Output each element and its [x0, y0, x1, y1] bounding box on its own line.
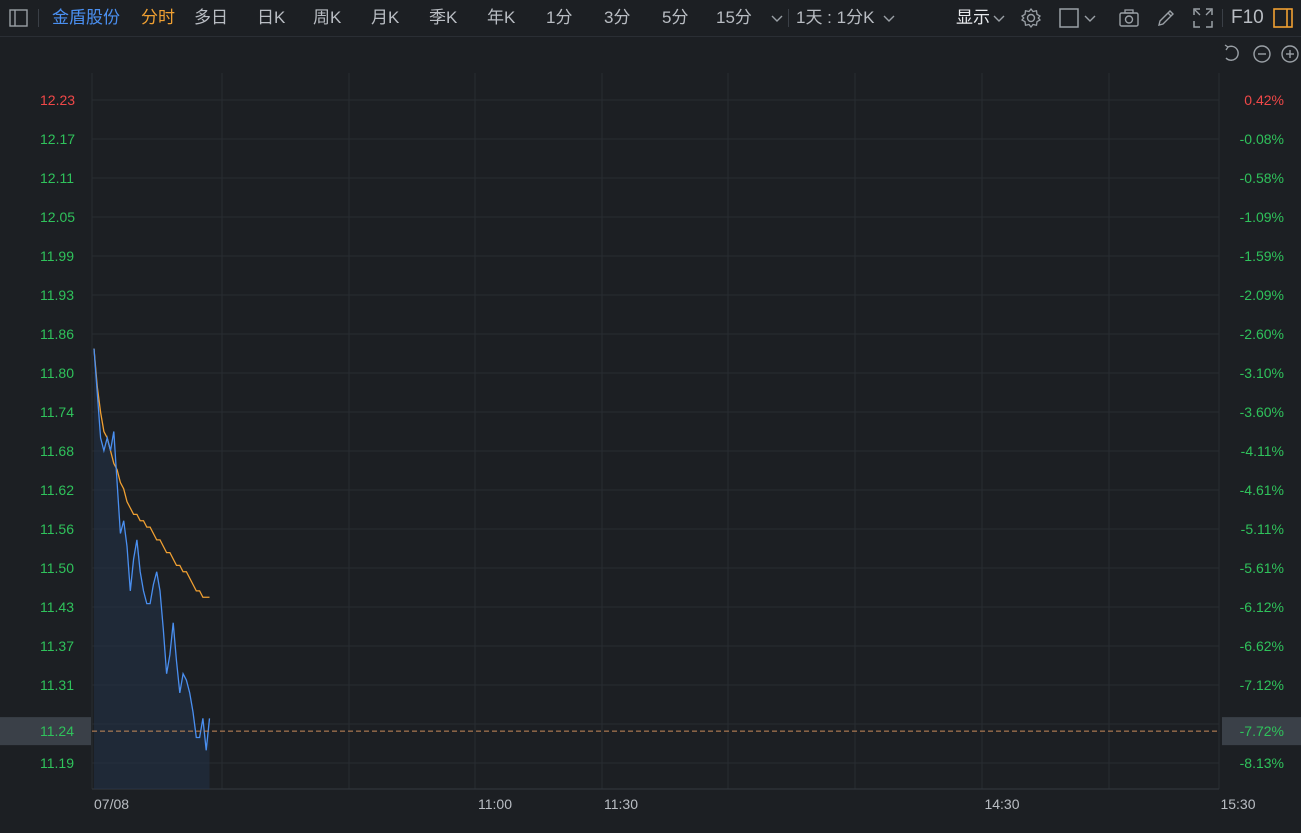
x-tick: 11:00 [478, 796, 512, 812]
tab-3分[interactable]: 3分 [604, 0, 630, 36]
toolbar-divider [788, 9, 789, 27]
y-tick-right: -6.62% [1240, 638, 1284, 654]
intraday-chart[interactable]: 12.23 12.17 12.11 12.05 11.99 11.93 11.86 11.80… [0, 37, 1301, 828]
y-tick-right: -0.58% [1240, 170, 1284, 186]
y-tick-right: -1.59% [1240, 248, 1284, 264]
y-tick-right: -4.61% [1240, 482, 1284, 498]
panel-icon[interactable] [1272, 7, 1294, 29]
y-tick-left: 11.62 [40, 482, 74, 498]
display-menu[interactable]: 显示 [956, 0, 990, 36]
x-tick: 07/08 [94, 796, 129, 812]
y-tick-left: 11.93 [40, 287, 74, 303]
stock-name[interactable]: 金盾股份 [52, 0, 120, 36]
camera-icon[interactable] [1118, 7, 1140, 29]
f10-button[interactable]: F10 [1231, 0, 1264, 36]
square-chevron-icon[interactable] [1082, 7, 1098, 29]
y-tick-left: 11.50 [40, 560, 74, 576]
x-tick: 15:30 [1220, 796, 1255, 812]
y-tick-right: -6.12% [1240, 599, 1284, 615]
y-tick-left: 11.19 [40, 755, 74, 771]
y-tick-left: 11.56 [40, 521, 74, 537]
zoom-in-icon[interactable] [1281, 45, 1299, 63]
chevron-down-icon[interactable] [769, 7, 785, 29]
y-tick-left: 11.37 [40, 638, 74, 654]
y-tick-left: 12.05 [40, 209, 75, 225]
y-tick-right: -8.13% [1240, 755, 1284, 771]
chart-controls [1224, 44, 1299, 63]
undo-icon[interactable] [1224, 44, 1239, 61]
tab-日K[interactable]: 日K [257, 0, 285, 36]
tab-1分[interactable]: 1分 [546, 0, 572, 36]
y-tick-left: 11.80 [40, 365, 74, 381]
y-tick-left: 12.11 [40, 170, 74, 186]
y-tick-right: -5.61% [1240, 560, 1284, 576]
display-chevron-icon[interactable] [991, 7, 1007, 29]
y-tick-left: 11.43 [40, 599, 74, 615]
gear-icon[interactable] [1020, 7, 1042, 29]
tab-周K[interactable]: 周K [313, 0, 341, 36]
y-tick-left: 11.74 [40, 404, 74, 420]
right-percent-axis: 0.42% -0.08% -0.58% -1.09% -1.59% -2.09% -2.60… [1240, 92, 1284, 771]
period-select[interactable]: 1天 : 1分K [796, 0, 874, 36]
current-pct-marker: -7.72% [1240, 723, 1284, 739]
y-tick-right: -7.12% [1240, 677, 1284, 693]
time-axis: 07/08 11:00 11:30 14:30 15:30 [94, 796, 1256, 812]
y-tick-right: -1.09% [1240, 209, 1284, 225]
tab-季K[interactable]: 季K [429, 0, 457, 36]
price-area-fill [94, 348, 210, 789]
y-tick-right: -2.60% [1240, 326, 1284, 342]
y-tick-left: 12.17 [40, 131, 75, 147]
current-price-marker: 11.24 [40, 723, 74, 739]
fullscreen-icon[interactable] [1192, 7, 1214, 29]
y-tick-right: -3.60% [1240, 404, 1284, 420]
tab-5分[interactable]: 5分 [662, 0, 688, 36]
y-tick-right: -3.10% [1240, 365, 1284, 381]
tab-月K[interactable]: 月K [371, 0, 399, 36]
toolbar: 金盾股份 分时 多日 日K 周K 月K 季K 年K 1分 3分 5分 15分 1天 : 1分K 显示… [0, 0, 1301, 37]
x-tick: 11:30 [604, 796, 638, 812]
y-tick-right: -0.08% [1240, 131, 1284, 147]
chart-area[interactable]: 12.23 12.17 12.11 12.05 11.99 11.93 11.86 11.80… [0, 37, 1301, 828]
toolbar-divider [1222, 9, 1223, 27]
y-tick-left: 11.68 [40, 443, 74, 459]
y-tick-right: -5.11% [1241, 521, 1284, 537]
y-tick-left: 11.99 [40, 248, 74, 264]
sidebar-toggle-icon[interactable] [8, 7, 30, 29]
zoom-out-icon[interactable] [1253, 45, 1271, 63]
y-tick-right: -2.09% [1240, 287, 1284, 303]
tab-年K[interactable]: 年K [487, 0, 515, 36]
left-price-axis: 12.23 12.17 12.11 12.05 11.99 11.93 11.86 11.80… [40, 92, 75, 771]
y-tick-left: 11.86 [40, 326, 74, 342]
y-tick-right: 0.42% [1244, 92, 1284, 108]
toolbar-divider [38, 9, 39, 27]
y-tick-left: 12.23 [40, 92, 75, 108]
period-select-chevron-icon[interactable] [881, 7, 897, 29]
grid-lines [91, 73, 1220, 790]
y-tick-left: 11.31 [40, 677, 74, 693]
square-icon[interactable] [1058, 7, 1080, 29]
pencil-icon[interactable] [1155, 7, 1177, 29]
y-tick-right: -4.11% [1241, 443, 1284, 459]
tab-分时[interactable]: 分时 [141, 0, 175, 36]
tab-15分[interactable]: 15分 [716, 0, 752, 36]
x-tick: 14:30 [984, 796, 1019, 812]
tab-多日[interactable]: 多日 [194, 0, 228, 36]
